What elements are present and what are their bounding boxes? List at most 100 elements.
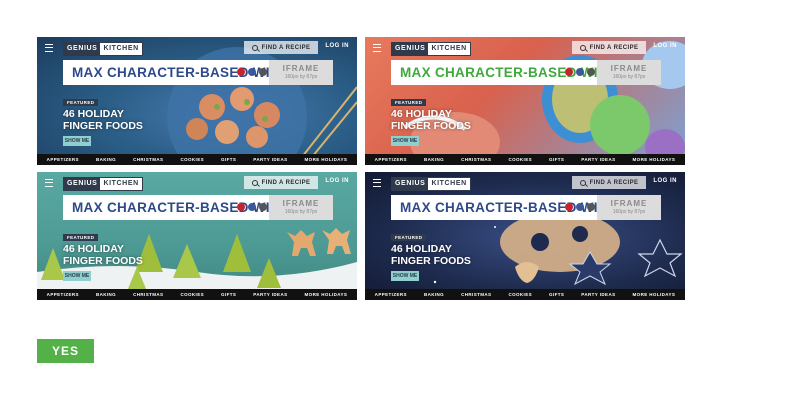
nav-item-party-ideas[interactable]: PARTY IDEAS xyxy=(253,292,287,297)
ad-banner: MAX CHARACTER-BASED WID IFRAME 160px by … xyxy=(391,60,661,85)
instagram-icon[interactable] xyxy=(587,203,595,211)
nav-item-baking[interactable]: BAKING xyxy=(424,157,444,162)
category-nav: APPETIZERS BAKING CHRISTMAS COOKIES GIFT… xyxy=(37,289,357,300)
iframe-size: 160px by 87px xyxy=(284,74,318,80)
nav-item-baking[interactable]: BAKING xyxy=(424,292,444,297)
nav-item-party-ideas[interactable]: PARTY IDEAS xyxy=(253,157,287,162)
headline-line-2: FINGER FOODS xyxy=(63,120,143,132)
show-me-button[interactable]: SHOW ME xyxy=(391,271,419,281)
category-nav: APPETIZERS BAKING CHRISTMAS COOKIES GIFT… xyxy=(365,289,685,300)
featured-badge: FEATURED xyxy=(391,234,427,241)
instagram-icon[interactable] xyxy=(587,68,595,76)
find-recipe-label: FIND A RECIPE xyxy=(589,179,639,186)
nav-item-baking[interactable]: BAKING xyxy=(96,157,116,162)
nav-item-christmas[interactable]: CHRISTMAS xyxy=(461,292,491,297)
show-me-button[interactable]: SHOW ME xyxy=(63,136,91,146)
headline-line-2: FINGER FOODS xyxy=(391,120,471,132)
facebook-icon[interactable] xyxy=(576,203,584,211)
feature-headline: 46 HOLIDAY FINGER FOODS xyxy=(391,243,511,267)
iframe-title: IFRAME xyxy=(610,199,648,208)
site-logo[interactable]: GENIUS KITCHEN xyxy=(63,177,143,191)
nav-item-christmas[interactable]: CHRISTMAS xyxy=(133,157,163,162)
category-nav: APPETIZERS BAKING CHRISTMAS COOKIES GIFT… xyxy=(37,154,357,165)
find-recipe-button[interactable]: FIND A RECIPE xyxy=(244,176,318,189)
pinterest-icon[interactable] xyxy=(237,203,245,211)
banner-mockup-tree-cookies: GENIUS KITCHEN FIND A RECIPE LOG IN MAX … xyxy=(37,172,357,300)
nav-item-party-ideas[interactable]: PARTY IDEAS xyxy=(581,157,615,162)
nav-item-appetizers[interactable]: APPETIZERS xyxy=(47,292,79,297)
feature-headline: 46 HOLIDAY FINGER FOODS xyxy=(63,243,183,267)
nav-item-baking[interactable]: BAKING xyxy=(96,292,116,297)
facebook-icon[interactable] xyxy=(248,68,256,76)
show-me-button[interactable]: SHOW ME xyxy=(63,271,91,281)
find-recipe-label: FIND A RECIPE xyxy=(261,44,311,51)
nav-item-cookies[interactable]: COOKIES xyxy=(508,292,532,297)
hamburger-menu-icon[interactable] xyxy=(45,44,53,52)
nav-item-appetizers[interactable]: APPETIZERS xyxy=(375,157,407,162)
logo-kitchen-text: KITCHEN xyxy=(431,180,467,187)
ad-banner: MAX CHARACTER-BASED WID IFRAME 160px by … xyxy=(391,195,661,220)
instagram-icon[interactable] xyxy=(259,68,267,76)
nav-item-appetizers[interactable]: APPETIZERS xyxy=(47,157,79,162)
nav-item-gifts[interactable]: GIFTS xyxy=(549,157,564,162)
find-recipe-button[interactable]: FIND A RECIPE xyxy=(572,41,646,54)
banner-mockup-shrimp: GENIUS KITCHEN FIND A RECIPE LOG IN MAX … xyxy=(37,37,357,165)
instagram-icon[interactable] xyxy=(259,203,267,211)
login-link[interactable]: LOG IN xyxy=(325,178,349,184)
nav-item-cookies[interactable]: COOKIES xyxy=(180,157,204,162)
nav-item-gifts[interactable]: GIFTS xyxy=(221,157,236,162)
find-recipe-label: FIND A RECIPE xyxy=(261,179,311,186)
site-logo[interactable]: GENIUS KITCHEN xyxy=(391,42,471,56)
iframe-size: 160px by 87px xyxy=(612,74,646,80)
nav-item-more-holidays[interactable]: MORE HOLIDAYS xyxy=(633,292,676,297)
hamburger-menu-icon[interactable] xyxy=(373,44,381,52)
nav-item-christmas[interactable]: CHRISTMAS xyxy=(461,157,491,162)
logo-genius-text: GENIUS xyxy=(392,178,429,190)
ad-banner: MAX CHARACTER-BASED WID IFRAME 160px by … xyxy=(63,195,333,220)
logo-kitchen-text: KITCHEN xyxy=(431,45,467,52)
nav-item-appetizers[interactable]: APPETIZERS xyxy=(375,292,407,297)
nav-item-gifts[interactable]: GIFTS xyxy=(221,292,236,297)
hamburger-menu-icon[interactable] xyxy=(373,179,381,187)
logo-kitchen-text: KITCHEN xyxy=(103,180,139,187)
logo-genius-text: GENIUS xyxy=(392,43,429,55)
find-recipe-button[interactable]: FIND A RECIPE xyxy=(244,41,318,54)
pinterest-icon[interactable] xyxy=(237,68,245,76)
headline-line-2: FINGER FOODS xyxy=(63,255,143,267)
show-me-button[interactable]: SHOW ME xyxy=(391,136,419,146)
facebook-icon[interactable] xyxy=(576,68,584,76)
login-link[interactable]: LOG IN xyxy=(653,43,677,49)
headline-line-1: 46 HOLIDAY xyxy=(391,243,452,255)
facebook-icon[interactable] xyxy=(248,203,256,211)
nav-item-more-holidays[interactable]: MORE HOLIDAYS xyxy=(305,292,348,297)
nav-item-more-holidays[interactable]: MORE HOLIDAYS xyxy=(305,157,348,162)
login-link[interactable]: LOG IN xyxy=(325,43,349,49)
iframe-title: IFRAME xyxy=(282,64,320,73)
nav-item-christmas[interactable]: CHRISTMAS xyxy=(133,292,163,297)
search-icon xyxy=(251,179,258,186)
yes-button[interactable]: YES xyxy=(37,339,94,363)
nav-item-cookies[interactable]: COOKIES xyxy=(508,157,532,162)
pinterest-icon[interactable] xyxy=(565,203,573,211)
hamburger-menu-icon[interactable] xyxy=(45,179,53,187)
ad-banner: MAX CHARACTER-BASED WID IFRAME 160px by … xyxy=(63,60,333,85)
headline-line-1: 46 HOLIDAY xyxy=(63,243,124,255)
banner-mockup-eggs: GENIUS KITCHEN FIND A RECIPE LOG IN MAX … xyxy=(365,37,685,165)
login-link[interactable]: LOG IN xyxy=(653,178,677,184)
nav-item-cookies[interactable]: COOKIES xyxy=(180,292,204,297)
logo-genius-text: GENIUS xyxy=(64,178,101,190)
site-logo[interactable]: GENIUS KITCHEN xyxy=(391,177,471,191)
iframe-size: 160px by 87px xyxy=(612,209,646,215)
nav-item-more-holidays[interactable]: MORE HOLIDAYS xyxy=(633,157,676,162)
nav-item-gifts[interactable]: GIFTS xyxy=(549,292,564,297)
headline-line-1: 46 HOLIDAY xyxy=(63,108,124,120)
find-recipe-button[interactable]: FIND A RECIPE xyxy=(572,176,646,189)
featured-badge: FEATURED xyxy=(63,99,99,106)
featured-badge: FEATURED xyxy=(63,234,99,241)
logo-kitchen-text: KITCHEN xyxy=(103,45,139,52)
iframe-size: 160px by 87px xyxy=(284,209,318,215)
pinterest-icon[interactable] xyxy=(565,68,573,76)
search-icon xyxy=(579,179,586,186)
site-logo[interactable]: GENIUS KITCHEN xyxy=(63,42,143,56)
nav-item-party-ideas[interactable]: PARTY IDEAS xyxy=(581,292,615,297)
